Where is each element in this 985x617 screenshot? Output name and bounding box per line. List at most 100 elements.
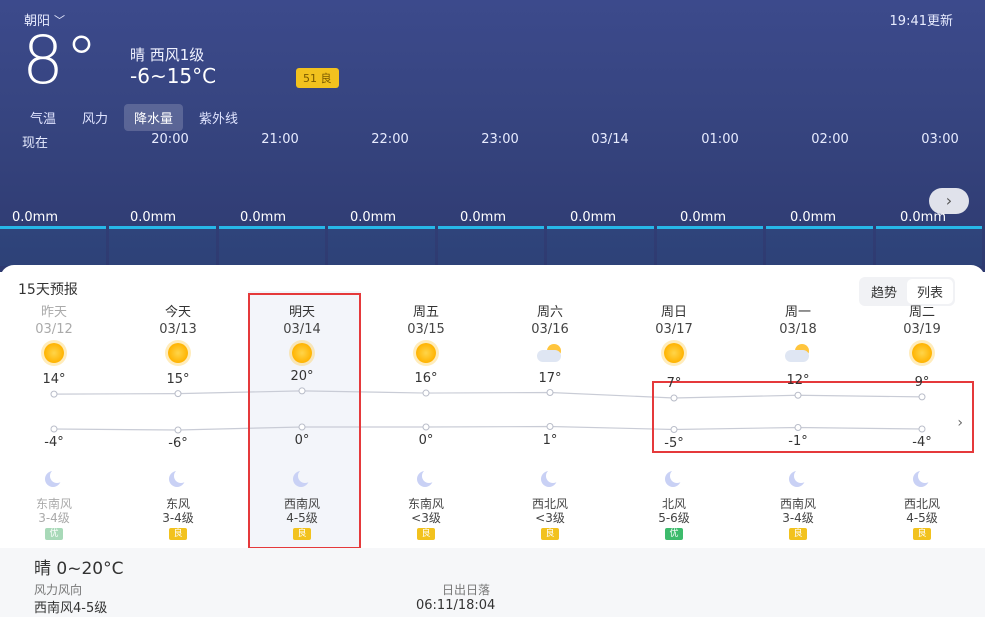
high-temp-point	[918, 393, 926, 401]
wind-level: 3-4级	[38, 511, 70, 525]
sun-icon	[664, 343, 684, 363]
hourly-time: 03/14	[591, 132, 629, 147]
wind-info: 东南风 3-4级优	[0, 497, 116, 540]
high-temp-point	[174, 390, 182, 398]
precip-bar	[109, 226, 216, 266]
day-name: 周五	[412, 305, 439, 320]
hourly-time: 21:00	[261, 132, 299, 147]
precip-bar	[328, 226, 435, 266]
hourly-time: 02:00	[811, 132, 849, 147]
wind-level: <3级	[535, 511, 565, 525]
forecast-next-icon[interactable]: ›	[957, 415, 963, 431]
high-temp: 15°	[166, 371, 190, 387]
wind-level: 3-4级	[782, 511, 814, 525]
hourly-time: 现在	[22, 136, 49, 151]
day-name: 周六	[536, 305, 563, 320]
hourly-time: 22:00	[371, 132, 409, 147]
day-name: 今天	[164, 305, 191, 320]
hourly-times: 现在 20:00 21:00 22:00 23:00 03/14 01:00 02:00 03:…	[0, 132, 985, 151]
high-temp-point	[298, 387, 306, 395]
forecast-day[interactable]: 周一 03/18	[736, 301, 860, 337]
precip-bar	[0, 226, 107, 266]
low-temp-point	[546, 423, 554, 430]
high-temp: 20°	[290, 368, 314, 384]
wind-label: 风力风向	[34, 583, 83, 597]
forecast-day[interactable]: 周六 03/16	[488, 301, 612, 337]
forecast-day[interactable]: 昨天 03/12	[0, 301, 116, 337]
aqi-badge[interactable]: 51 良	[296, 68, 339, 88]
wind-info: 西南风 3-4级良	[736, 497, 860, 540]
low-temp: 0°	[418, 433, 434, 448]
low-temp-point	[670, 426, 678, 433]
sun-icon	[416, 343, 436, 363]
wind-info: 东风 3-4级良	[116, 497, 240, 540]
precip-value: 0.0mm	[569, 210, 616, 225]
moon-icon	[911, 469, 933, 487]
precip-bar	[656, 226, 764, 266]
hourly-time: 23:00	[481, 132, 519, 147]
day-date: 03/19	[903, 322, 941, 337]
hourly-next-button[interactable]: ›	[929, 188, 969, 214]
day-date: 03/13	[159, 322, 197, 337]
high-temp-point	[794, 391, 802, 399]
high-temp: 7°	[666, 376, 682, 391]
low-temp: -1°	[788, 433, 808, 449]
high-temp: 12°	[786, 373, 810, 389]
hourly-time: 01:00	[701, 132, 739, 147]
low-temp-point	[50, 425, 58, 433]
day-name: 周二	[908, 305, 935, 320]
air-quality-badge: 良	[417, 528, 435, 540]
precip-bar	[547, 226, 654, 266]
wind-info: 东南风 <3级良	[364, 497, 488, 540]
high-temp: 16°	[414, 371, 438, 387]
low-temp-point	[174, 426, 182, 434]
hourly-tab[interactable]: 风力	[72, 104, 118, 131]
hourly-tabs: 气温 风力 降水量 紫外线	[20, 104, 248, 131]
current-temperature: 8°	[22, 22, 99, 99]
low-temp: -4°	[912, 435, 932, 450]
wind-level: 5-6级	[658, 511, 690, 525]
precip-bar	[218, 226, 326, 266]
moon-icon	[167, 469, 189, 487]
precip-value: 0.0mm	[129, 210, 176, 225]
wind-level: 3-4级	[162, 511, 194, 525]
day-name: 周一	[784, 305, 811, 320]
precip-bar	[875, 226, 982, 266]
wind-direction: 西北风	[903, 497, 940, 511]
chevron-right-icon: ›	[945, 191, 953, 210]
low-temp-point	[918, 425, 926, 433]
moon-icon	[291, 469, 313, 487]
forecast-panel: 15天预报 趋势 列表 › 昨天 03/12 14° -4° 东南风 3-4级优今天 03/…	[0, 265, 985, 555]
day-date: 03/14	[283, 322, 321, 337]
high-temp-point	[670, 394, 678, 402]
air-quality-badge: 良	[293, 528, 311, 540]
wind-direction: 西北风	[531, 497, 568, 511]
low-temp: -6°	[168, 436, 188, 451]
forecast-day[interactable]: 周日 03/17	[612, 301, 736, 337]
forecast-day[interactable]: 明天 03/14	[240, 301, 364, 337]
low-temp-point	[794, 424, 802, 431]
wind-direction: 西南风	[283, 497, 320, 511]
wind-value: 西南风4-5级	[34, 601, 108, 616]
day-date: 03/17	[655, 322, 693, 337]
wind-direction: 东南风	[35, 497, 72, 511]
today-temp-range: -6~15°C	[130, 64, 217, 88]
air-quality-badge: 优	[45, 528, 63, 540]
precip-value: 0.0mm	[239, 210, 286, 225]
day-name: 周日	[660, 305, 687, 320]
hourly-time: 03:00	[921, 132, 959, 147]
sun-label: 日出日落	[442, 583, 491, 597]
hourly-tab[interactable]: 气温	[20, 104, 66, 131]
low-temp: -5°	[664, 435, 684, 451]
high-temp: 17°	[538, 370, 562, 386]
forecast-day[interactable]: 周二 03/19	[860, 301, 984, 337]
hourly-tab[interactable]: 降水量	[124, 104, 184, 131]
moon-icon	[663, 469, 685, 487]
wind-direction: 西南风	[779, 497, 816, 511]
hourly-tab[interactable]: 紫外线	[189, 104, 248, 131]
forecast-day[interactable]: 今天 03/13	[116, 301, 240, 337]
high-temp-line	[53, 390, 923, 399]
forecast-day[interactable]: 周五 03/15	[364, 301, 488, 337]
low-temp: 0°	[294, 433, 310, 448]
precip-value: 0.0mm	[11, 210, 58, 225]
